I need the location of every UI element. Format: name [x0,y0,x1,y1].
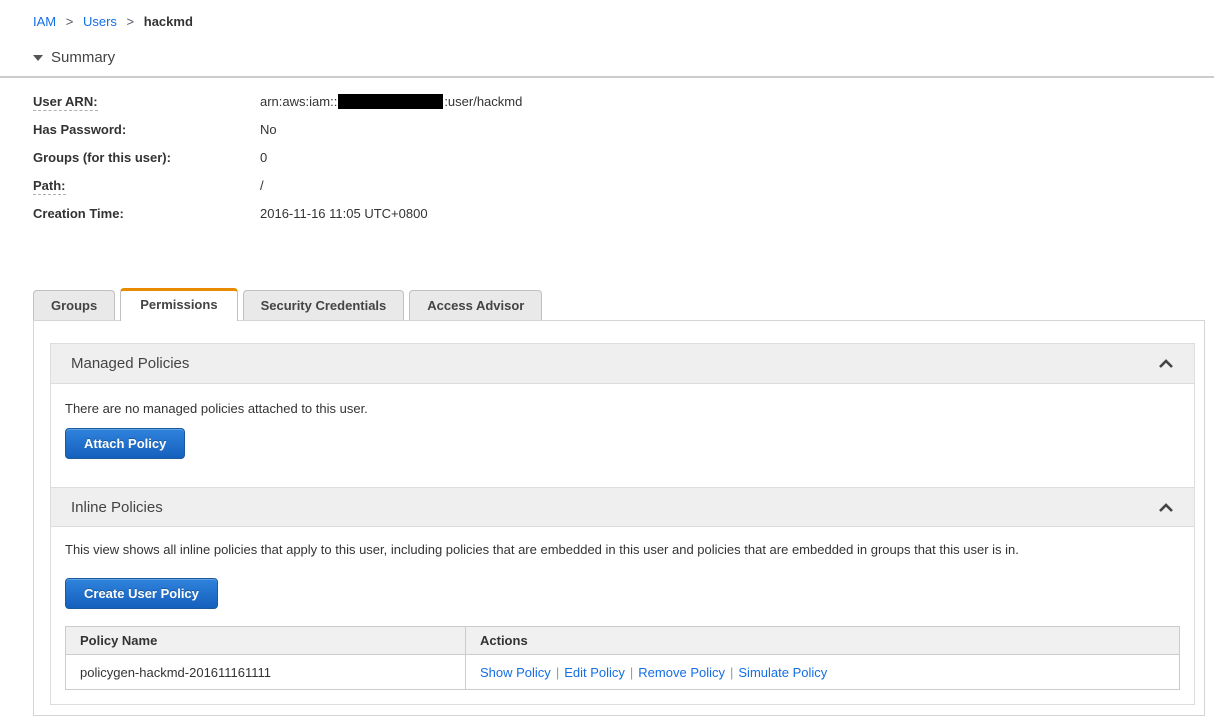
collapse-chevron-icon[interactable] [1158,502,1174,512]
user-arn-value: arn:aws:iam:::user/hackmd [260,94,522,109]
groups-count-value: 0 [260,150,268,165]
attach-policy-button[interactable]: Attach Policy [65,428,186,459]
managed-policies-body: There are no managed policies attached t… [51,384,1194,487]
table-row: policygen-hackmd-201611161111 Show Polic… [65,654,1180,690]
breadcrumb-separator: > [126,14,135,29]
inline-policies-description: This view shows all inline policies that… [65,542,1019,557]
tab-groups[interactable]: Groups [33,290,116,320]
tab-access-advisor[interactable]: Access Advisor [409,290,543,320]
summary-divider [0,76,1214,78]
creation-time-value: 2016-11-16 11:05 UTC+0800 [260,206,428,221]
tab-bar: Groups Permissions Security Credentials … [33,288,1214,321]
summary-row-groups: Groups (for this user): 0 [33,150,1214,178]
breadcrumb-separator: > [65,14,74,29]
inline-policies-table: Policy Name Actions policygen-hackmd-201… [65,626,1180,690]
iam-user-detail-page: IAM > Users > hackmd Summary User ARN: a… [0,14,1214,716]
has-password-label: Has Password: [33,122,127,137]
has-password-value: No [260,122,277,137]
inline-policies-title: Inline Policies [71,498,163,516]
summary-row-creation-time: Creation Time: 2016-11-16 11:05 UTC+0800 [33,206,1214,234]
collapse-chevron-icon[interactable] [1158,359,1174,368]
create-user-policy-button[interactable]: Create User Policy [65,578,218,609]
policy-name-cell: policygen-hackmd-201611161111 [65,654,466,690]
groups-count-label: Groups (for this user): [33,150,171,165]
tab-security-credentials[interactable]: Security Credentials [242,290,405,320]
no-managed-policies-text: There are no managed policies attached t… [65,401,368,416]
action-separator: | [555,664,560,680]
inline-policies-header[interactable]: Inline Policies [51,487,1194,527]
summary-row-user-arn: User ARN: arn:aws:iam:::user/hackmd [33,94,1214,122]
managed-policies-header[interactable]: Managed Policies [51,344,1194,384]
summary-row-has-password: Has Password: No [33,122,1214,150]
arn-prefix: arn:aws:iam:: [260,94,338,109]
action-separator: | [730,664,734,680]
simulate-policy-link[interactable]: Simulate Policy [738,665,827,680]
policy-name-column-header: Policy Name [65,626,466,655]
path-value: / [260,178,264,193]
breadcrumb: IAM > Users > hackmd [33,14,1214,29]
redacted-account-id [338,94,444,109]
permissions-tab-panel: Managed Policies There are no managed po… [33,320,1205,716]
policy-actions-cell: Show Policy | Edit Policy | Remove Policy | Si… [465,654,1180,690]
action-separator: | [629,664,634,680]
summary-fields: User ARN: arn:aws:iam:::user/hackmd Has … [33,94,1214,234]
breadcrumb-current-user: hackmd [143,14,193,29]
policies-accordion: Managed Policies There are no managed po… [50,343,1195,705]
path-label: Path: [33,178,66,195]
breadcrumb-link-users[interactable]: Users [83,14,117,29]
inline-policies-body: This view shows all inline policies that… [51,527,1194,704]
managed-policies-title: Managed Policies [71,355,190,372]
summary-title: Summary [51,49,116,66]
actions-column-header: Actions [465,626,1180,655]
arn-suffix: :user/hackmd [444,94,523,109]
creation-time-label: Creation Time: [33,206,124,221]
collapse-triangle-icon [33,54,43,61]
user-arn-label: User ARN: [33,94,98,111]
table-header-row: Policy Name Actions [65,626,1180,655]
tab-permissions[interactable]: Permissions [120,288,238,321]
summary-section-toggle[interactable]: Summary [33,49,1214,66]
breadcrumb-link-iam[interactable]: IAM [33,14,56,29]
show-policy-link[interactable]: Show Policy [480,665,551,680]
summary-row-path: Path: / [33,178,1214,206]
edit-policy-link[interactable]: Edit Policy [564,665,625,680]
remove-policy-link[interactable]: Remove Policy [638,665,725,680]
